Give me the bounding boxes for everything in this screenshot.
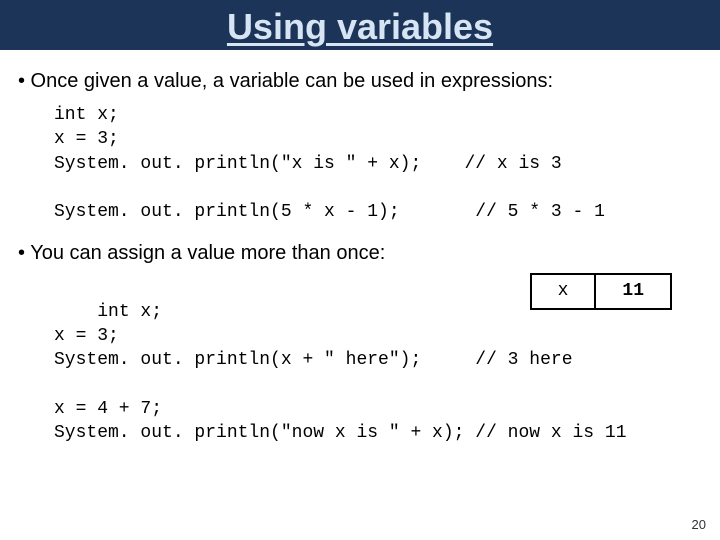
code-comment: // 5 * 3 - 1	[475, 202, 605, 222]
code-block-2: x 11 int x; x = 3; System. out. println(…	[54, 275, 702, 445]
code-line: x = 3;	[54, 326, 119, 346]
slide-content: • Once given a value, a variable can be …	[0, 50, 720, 446]
code-line: int x;	[97, 302, 162, 322]
code-line: x = 4 + 7;	[54, 399, 162, 419]
code-block-1: int x; x = 3; System. out. println("x is…	[54, 103, 702, 224]
code-comment: // x is 3	[464, 154, 561, 174]
page-number: 20	[692, 517, 706, 532]
code-comment: // 3 here	[475, 350, 572, 370]
code-line: int x;	[54, 105, 119, 125]
slide-title: Using variables	[227, 6, 493, 47]
title-band: Using variables	[0, 0, 720, 50]
bullet-2: • You can assign a value more than once:	[18, 242, 702, 265]
variable-box: x 11	[530, 273, 672, 309]
code-comment: // now x is 11	[475, 423, 626, 443]
code-line: x = 3;	[54, 129, 119, 149]
var-name: x	[532, 275, 595, 307]
code-line: System. out. println("now x is " + x);	[54, 423, 464, 443]
code-line: System. out. println(5 * x - 1);	[54, 202, 400, 222]
code-line: System. out. println(x + " here");	[54, 350, 421, 370]
bullet-1: • Once given a value, a variable can be …	[18, 70, 702, 93]
var-value: 11	[594, 275, 670, 307]
code-line: System. out. println("x is " + x);	[54, 154, 421, 174]
